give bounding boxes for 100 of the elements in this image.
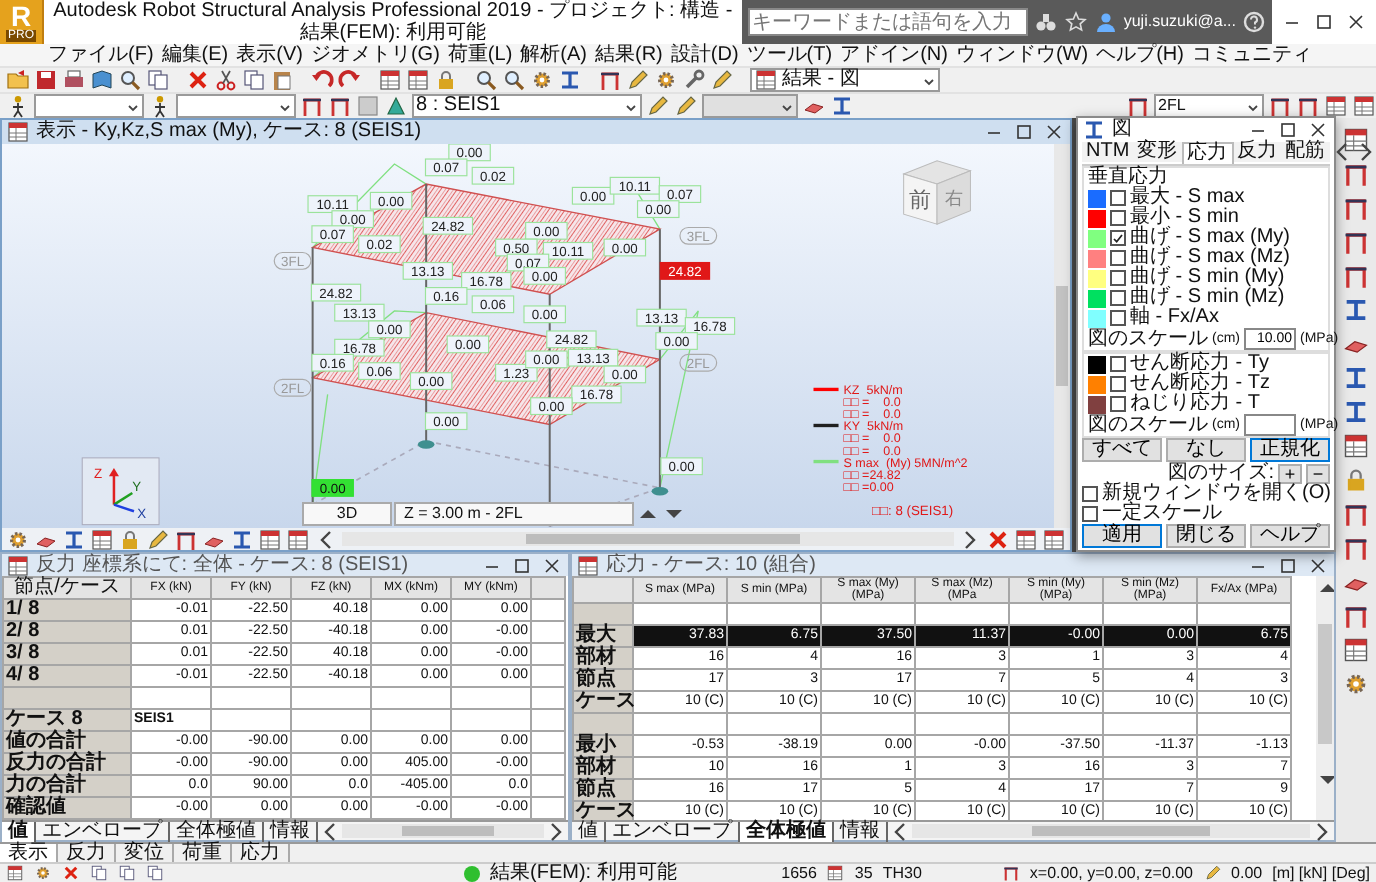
undo-icon[interactable]: [310, 68, 334, 92]
wrench-icon[interactable]: [682, 68, 706, 92]
checkbox-label[interactable]: せん断応力 - Tz: [1130, 374, 1270, 394]
star-icon[interactable]: [1063, 10, 1088, 34]
menu-item[interactable]: 解析(A): [516, 44, 591, 66]
folder-icon[interactable]: [6, 68, 30, 92]
i-beam-icon[interactable]: [62, 527, 86, 550]
caret-icon[interactable]: [780, 99, 794, 113]
gear-icon[interactable]: [34, 864, 52, 882]
level-dropdown[interactable]: 2FL: [1154, 94, 1264, 118]
tab[interactable]: 変形: [1133, 142, 1182, 162]
cross-icon[interactable]: [62, 864, 80, 882]
tab[interactable]: 値: [2, 821, 36, 841]
user-icon[interactable]: [1093, 10, 1118, 34]
menu-item[interactable]: 荷重(L): [443, 44, 517, 66]
frame-icon[interactable]: [1342, 602, 1370, 630]
caret-icon[interactable]: [126, 99, 140, 113]
printer-icon[interactable]: [62, 68, 86, 92]
checkbox[interactable]: [1082, 506, 1098, 522]
checkbox[interactable]: [1110, 210, 1126, 226]
caret-icon[interactable]: [278, 99, 292, 113]
dialog-button[interactable]: 正規化: [1250, 438, 1330, 462]
menu-item[interactable]: ジオメトリ(G): [306, 44, 444, 66]
table-icon[interactable]: [286, 527, 310, 550]
close-icon[interactable]: [1042, 120, 1066, 144]
checkbox-label[interactable]: 軸 - Fx/Ax: [1130, 308, 1219, 328]
table-icon[interactable]: [1324, 94, 1348, 118]
frame-icon[interactable]: [328, 94, 352, 118]
checkbox-label[interactable]: 曲げ - S max (Mz): [1130, 248, 1290, 268]
table-icon[interactable]: [1342, 126, 1370, 154]
menu-item[interactable]: 結果(R): [591, 44, 667, 66]
checkbox[interactable]: [1110, 376, 1126, 392]
binoculars-icon[interactable]: [1033, 10, 1058, 34]
frame-icon[interactable]: [598, 68, 622, 92]
checkbox-label[interactable]: 新規ウィンドウを開く(O): [1102, 484, 1331, 504]
gear-icon[interactable]: [530, 68, 554, 92]
result-view-dropdown[interactable]: 結果 - 図: [750, 68, 940, 92]
dialog-button[interactable]: なし: [1166, 438, 1246, 462]
table-icon[interactable]: [258, 527, 282, 550]
caret-icon[interactable]: [922, 73, 936, 87]
scrollbar[interactable]: [342, 532, 954, 546]
checkbox[interactable]: [1110, 190, 1126, 206]
checkbox[interactable]: [1110, 310, 1126, 326]
menu-item[interactable]: ウィンドウ(W): [951, 44, 1093, 66]
checkbox[interactable]: [1082, 486, 1098, 502]
frame-icon[interactable]: [1342, 160, 1370, 188]
frame-icon[interactable]: [1342, 228, 1370, 256]
dialog-button[interactable]: 閉じる: [1166, 524, 1246, 548]
help-icon[interactable]: [1242, 10, 1266, 34]
close-icon[interactable]: [1306, 117, 1330, 141]
scrollbar[interactable]: [912, 824, 1310, 838]
maximize-icon[interactable]: [1012, 120, 1036, 144]
caret-icon[interactable]: [1246, 99, 1260, 113]
table-icon[interactable]: [1014, 527, 1038, 550]
redo-icon[interactable]: [338, 68, 362, 92]
scrollbar[interactable]: [342, 824, 544, 838]
i-beam-icon[interactable]: [558, 68, 582, 92]
checkbox[interactable]: [1110, 270, 1126, 286]
tab[interactable]: 表示: [0, 843, 58, 863]
gear-icon[interactable]: [1342, 670, 1370, 698]
lock-icon[interactable]: [118, 527, 142, 550]
cross-icon[interactable]: [186, 68, 210, 92]
checkbox[interactable]: [1110, 290, 1126, 306]
lock-icon[interactable]: [434, 68, 458, 92]
size-button[interactable]: +: [1278, 463, 1302, 483]
gear-icon[interactable]: [6, 527, 30, 550]
frame-icon[interactable]: [1342, 500, 1370, 528]
menu-item[interactable]: 設計(D): [666, 44, 743, 66]
table-icon[interactable]: [1352, 94, 1376, 118]
checkbox-label[interactable]: 一定スケール: [1102, 504, 1222, 524]
magnifier-icon[interactable]: [502, 68, 526, 92]
checkbox-label[interactable]: 曲げ - S min (Mz): [1130, 288, 1285, 308]
frame-icon[interactable]: [174, 527, 198, 550]
checkbox-label[interactable]: 曲げ - S max (My): [1130, 228, 1290, 248]
i-beam-icon[interactable]: [230, 527, 254, 550]
dialog-button[interactable]: ヘルプ: [1250, 524, 1330, 548]
menu-item[interactable]: コミュニティ: [1187, 44, 1316, 66]
menu-item[interactable]: ファイル(F): [44, 44, 158, 66]
scale-field[interactable]: [1244, 414, 1296, 436]
i-beam-icon[interactable]: [1342, 364, 1370, 392]
checkbox[interactable]: [1110, 356, 1126, 372]
search-field[interactable]: キーワードまたは語句を入力: [747, 8, 1028, 36]
close-icon[interactable]: [540, 553, 564, 577]
tab[interactable]: 応力: [1181, 141, 1234, 163]
magnifier-icon[interactable]: [474, 68, 498, 92]
checkbox-label[interactable]: 最小 - S min: [1130, 208, 1239, 228]
documents-icon[interactable]: [242, 68, 266, 92]
checkbox[interactable]: [1110, 230, 1126, 246]
table-icon[interactable]: [90, 527, 114, 550]
maximize-icon[interactable]: [1276, 553, 1300, 577]
maximize-icon[interactable]: [1276, 117, 1300, 141]
view-mode-field[interactable]: 3D: [302, 502, 392, 526]
frame-icon[interactable]: [1342, 194, 1370, 222]
dialog-button[interactable]: すべて: [1082, 438, 1162, 462]
triangle-icon[interactable]: [384, 94, 408, 118]
frame-icon[interactable]: [1342, 534, 1370, 562]
lock-icon[interactable]: [1342, 466, 1370, 494]
scrollbar[interactable]: [1054, 144, 1070, 528]
load-case-dropdown[interactable]: 8 : SEIS1: [412, 94, 642, 118]
menu-item[interactable]: ヘルプ(H): [1092, 44, 1188, 66]
